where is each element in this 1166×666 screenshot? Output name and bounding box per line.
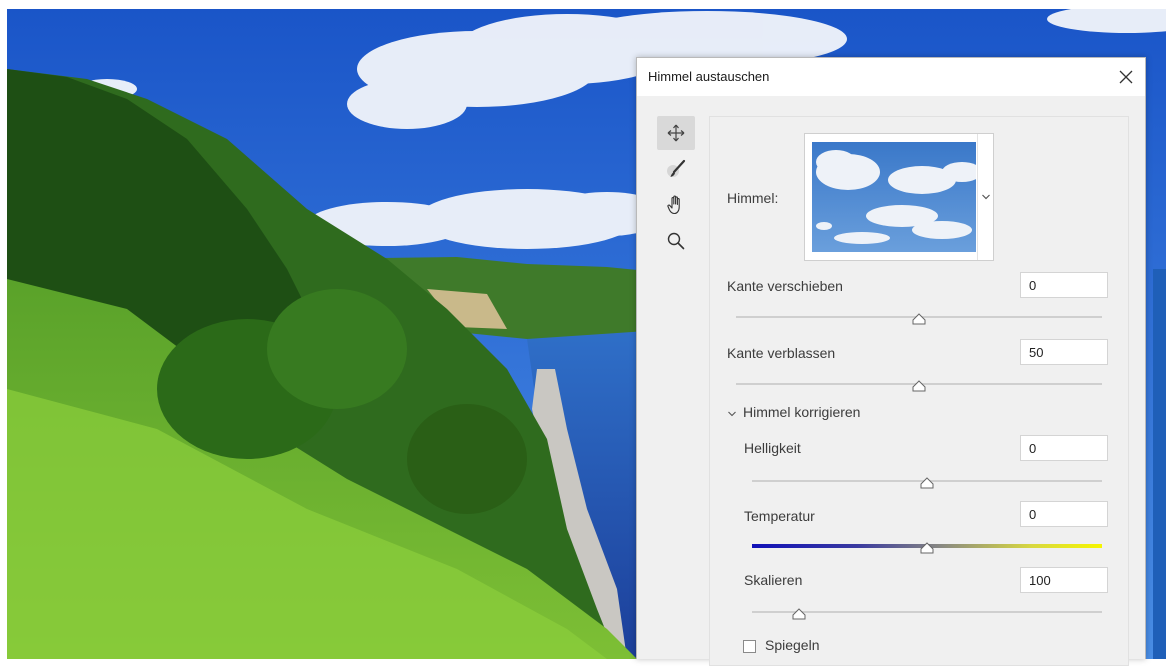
brightness-input[interactable] bbox=[1020, 435, 1108, 461]
settings-panel: Himmel: Kante verschieben 0 Kante verbla… bbox=[709, 116, 1129, 666]
shift-edge-label: Kante verschieben bbox=[727, 278, 843, 294]
hand-tool[interactable] bbox=[657, 188, 695, 222]
sky-dropdown-button[interactable] bbox=[977, 134, 994, 260]
brightness-label: Helligkeit bbox=[744, 440, 801, 456]
sky-brush-tool[interactable] bbox=[657, 152, 695, 186]
sky-thumbnail bbox=[812, 142, 976, 252]
zoom-tool[interactable] bbox=[657, 224, 695, 258]
fade-edge-input[interactable] bbox=[1020, 339, 1108, 365]
shift-edge-slider-thumb[interactable] bbox=[912, 313, 926, 325]
fade-edge-label: Kante verblassen bbox=[727, 345, 836, 361]
brightness-slider-thumb[interactable] bbox=[920, 477, 934, 489]
sky-replacement-dialog: Himmel austauschen Himmel: Kante verschi… bbox=[636, 57, 1146, 666]
sky-adjustments-label: Himmel korrigieren bbox=[743, 404, 861, 420]
move-icon bbox=[667, 124, 685, 142]
hand-icon bbox=[667, 195, 680, 215]
sky-label: Himmel: bbox=[727, 190, 779, 206]
mirror-label: Spiegeln bbox=[765, 637, 820, 653]
chevron-down-icon bbox=[982, 194, 990, 200]
close-button[interactable] bbox=[1113, 64, 1139, 90]
scale-input[interactable] bbox=[1020, 567, 1108, 593]
sky-preset-picker[interactable] bbox=[804, 133, 994, 261]
zoom-icon bbox=[667, 232, 685, 250]
chevron-down-icon bbox=[728, 411, 736, 417]
dialog-title: Himmel austauschen bbox=[648, 69, 770, 84]
close-icon bbox=[1119, 70, 1133, 84]
temperature-label: Temperatur bbox=[744, 508, 815, 524]
dialog-titlebar: Himmel austauschen bbox=[637, 58, 1145, 96]
brush-icon bbox=[667, 159, 686, 177]
fade-edge-slider-thumb[interactable] bbox=[912, 380, 926, 392]
shift-edge-input[interactable] bbox=[1020, 272, 1108, 298]
scale-slider-thumb[interactable] bbox=[792, 608, 806, 620]
temperature-slider-thumb[interactable] bbox=[920, 542, 934, 554]
scale-label: Skalieren bbox=[744, 572, 803, 588]
mirror-checkbox[interactable] bbox=[743, 640, 756, 653]
move-tool[interactable] bbox=[657, 116, 695, 150]
temperature-input[interactable] bbox=[1020, 501, 1108, 527]
